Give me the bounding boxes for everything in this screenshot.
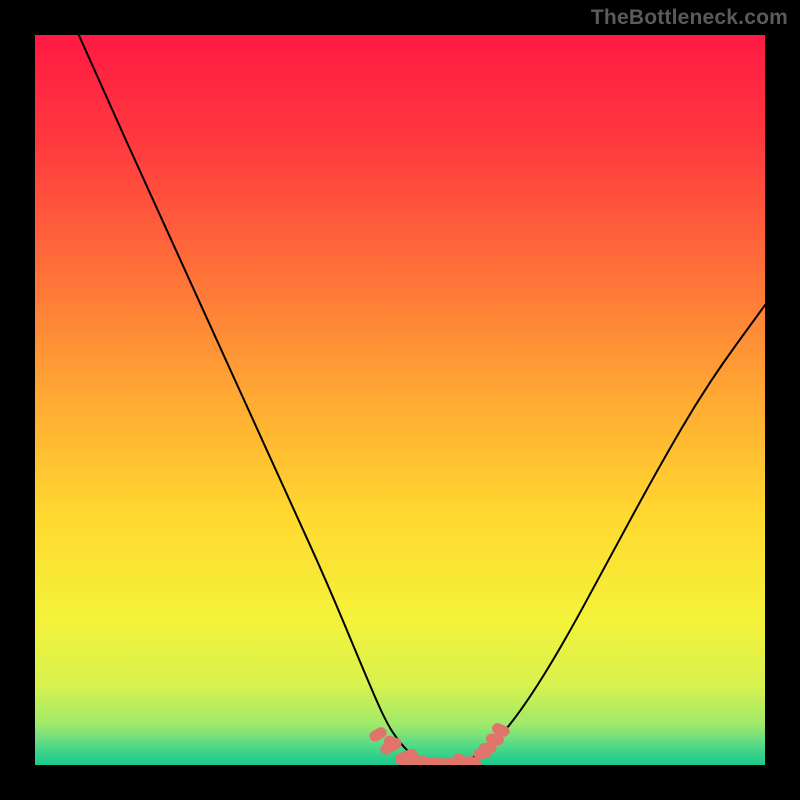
watermark-text: TheBottleneck.com — [591, 6, 788, 30]
plot-area — [35, 35, 765, 765]
gradient-background — [35, 35, 765, 765]
chart-frame: TheBottleneck.com — [0, 0, 800, 800]
bottleneck-chart — [35, 35, 765, 765]
